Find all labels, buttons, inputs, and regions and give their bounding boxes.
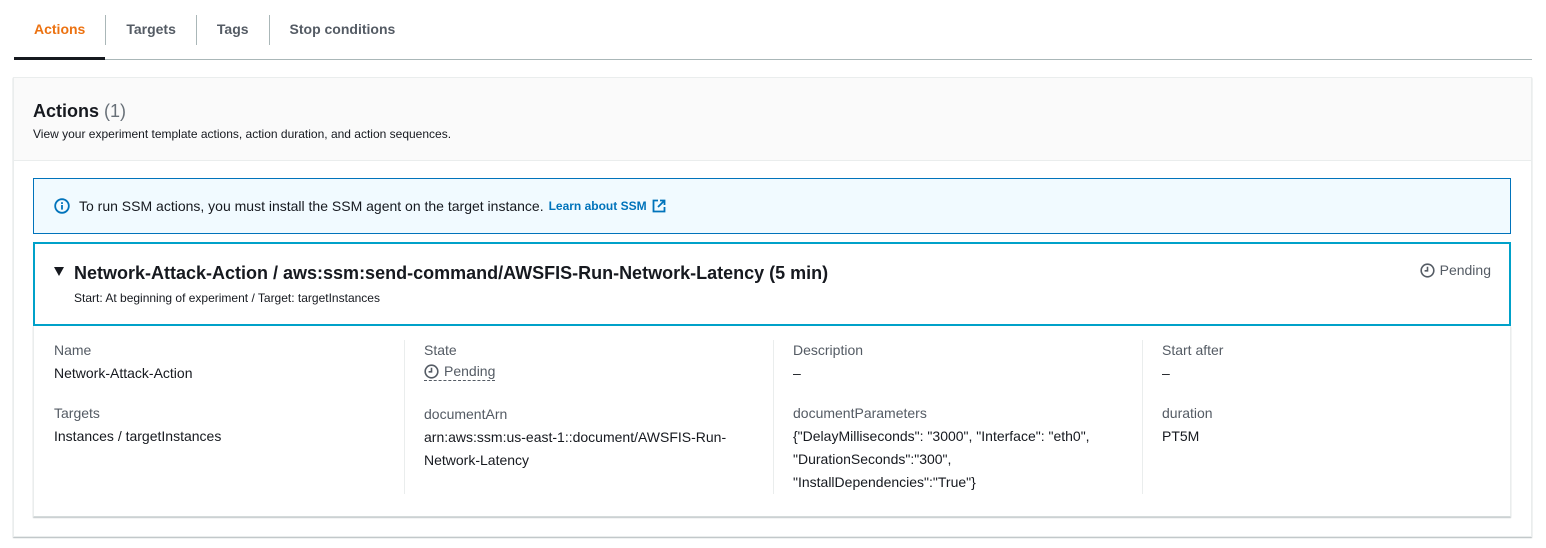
state-value: Pending bbox=[424, 362, 774, 386]
name-label: Name bbox=[54, 342, 92, 358]
field-document-parameters: documentParameters {"DelayMilliseconds":… bbox=[793, 403, 1143, 494]
document-parameters-value: {"DelayMilliseconds": "3000", "Interface… bbox=[793, 425, 1143, 494]
external-link-icon bbox=[652, 199, 666, 213]
document-parameters-line-1: {"DelayMilliseconds": "3000", "Interface… bbox=[793, 428, 1090, 444]
action-status-text: Pending bbox=[1439, 262, 1491, 278]
tab-targets[interactable]: Targets bbox=[106, 0, 196, 59]
caret-down-icon[interactable] bbox=[54, 267, 64, 276]
document-parameters-label: documentParameters bbox=[793, 405, 927, 421]
alert-text: To run SSM actions, you must install the… bbox=[79, 198, 544, 214]
learn-about-ssm-label: Learn about SSM bbox=[548, 199, 647, 213]
document-arn-line-1: arn:aws:ssm:us-east-1::document/AWSFIS-R… bbox=[424, 428, 727, 445]
actions-container: Actions (1) View your experiment templat… bbox=[13, 77, 1532, 537]
details-column-1: Name Network-Attack-Action Targets Insta… bbox=[34, 340, 404, 498]
info-icon bbox=[54, 198, 70, 214]
targets-value: Instances / targetInstances bbox=[54, 428, 222, 444]
duration-label: duration bbox=[1162, 405, 1213, 421]
container-description: View your experiment template actions, a… bbox=[33, 127, 452, 141]
action-title: Network-Attack-Action / aws:ssm:send-com… bbox=[74, 263, 829, 283]
field-document-arn: documentArn arn:aws:ssm:us-east-1::docum… bbox=[424, 404, 774, 472]
action-card[interactable]: Network-Attack-Action / aws:ssm:send-com… bbox=[33, 242, 1511, 326]
duration-value: PT5M bbox=[1162, 428, 1200, 444]
info-alert: To run SSM actions, you must install the… bbox=[33, 178, 1511, 234]
clock-icon bbox=[424, 363, 439, 379]
document-arn-line-2: Network-Latency bbox=[424, 451, 530, 468]
targets-label: Targets bbox=[54, 405, 100, 421]
field-description: Description – bbox=[793, 340, 1143, 385]
details-column-3: Description – documentParameters {"Delay… bbox=[773, 340, 1143, 498]
container-title-text: Actions bbox=[33, 101, 100, 121]
name-value: Network-Attack-Action bbox=[54, 365, 193, 381]
field-duration: duration PT5M bbox=[1162, 403, 1512, 448]
details-column-4: Start after – duration PT5M bbox=[1142, 340, 1512, 498]
document-arn-label: documentArn bbox=[424, 405, 508, 422]
field-start-after: Start after – bbox=[1162, 340, 1512, 385]
tab-bar: Actions Targets Tags Stop conditions bbox=[14, 0, 1532, 60]
container-body: To run SSM actions, you must install the… bbox=[14, 161, 1531, 536]
field-name: Name Network-Attack-Action bbox=[54, 340, 404, 385]
container-header: Actions (1) View your experiment templat… bbox=[14, 78, 1531, 161]
document-arn-value: arn:aws:ssm:us-east-1::document/AWSFIS-R… bbox=[424, 426, 774, 472]
state-label: State bbox=[424, 342, 457, 358]
action-subtitle: Start: At beginning of experiment / Targ… bbox=[74, 291, 380, 305]
field-state: State Pending bbox=[424, 340, 774, 386]
tab-tags[interactable]: Tags bbox=[197, 0, 269, 59]
start-after-value: – bbox=[1162, 365, 1170, 381]
description-label: Description bbox=[793, 342, 864, 358]
action-details-panel: Name Network-Attack-Action Targets Insta… bbox=[33, 326, 1511, 517]
container-count: (1) bbox=[104, 101, 127, 121]
clock-icon bbox=[1420, 262, 1435, 278]
start-after-label: Start after bbox=[1162, 342, 1224, 358]
action-status-badge: Pending bbox=[1420, 262, 1491, 278]
tab-actions[interactable]: Actions bbox=[14, 0, 106, 60]
field-targets: Targets Instances / targetInstances bbox=[54, 403, 404, 448]
state-status-badge[interactable]: Pending bbox=[424, 362, 496, 381]
document-parameters-line-2: "DurationSeconds":"300", bbox=[793, 451, 952, 467]
learn-about-ssm-link[interactable]: Learn about SSM bbox=[549, 199, 666, 213]
state-status-text: Pending bbox=[444, 363, 496, 379]
description-value: – bbox=[793, 365, 801, 381]
tab-stop-conditions[interactable]: Stop conditions bbox=[270, 0, 416, 59]
container-title: Actions (1) bbox=[33, 100, 1512, 122]
document-parameters-line-3: "InstallDependencies":"True"} bbox=[793, 474, 976, 490]
details-column-2: State Pending documentArn arn:aws:ssm:us… bbox=[404, 340, 774, 498]
